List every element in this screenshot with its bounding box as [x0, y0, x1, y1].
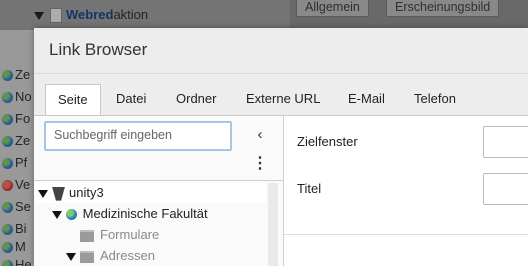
titel-label: Titel [297, 181, 322, 196]
tree-scrollbar[interactable] [268, 183, 278, 266]
globe-icon [66, 209, 77, 221]
folder-icon [80, 229, 94, 242]
page-tree: unity3 Medizinische Fakultät Formulare A… [34, 180, 283, 266]
tab-telefon[interactable]: Telefon [402, 84, 468, 116]
modal-header: Link Browser [34, 28, 528, 74]
zielfenster-field[interactable] [483, 126, 528, 158]
tab-seite[interactable]: Seite [45, 84, 101, 116]
search-field-wrapper [44, 121, 232, 151]
expand-triangle-icon[interactable] [66, 252, 76, 261]
modal-title: Link Browser [49, 40, 148, 59]
tree-node-formulare[interactable]: Formulare [80, 225, 159, 245]
titel-field[interactable] [483, 173, 528, 205]
page-tree-panel: ‹ ⋮ unity3 Medizinische Fakultät Formula… [34, 116, 284, 266]
expand-triangle-icon[interactable] [52, 210, 62, 219]
panel-divider [284, 234, 528, 235]
link-browser-modal: Link Browser Seite Datei Ordner Externe … [34, 28, 528, 266]
tab-externe-url[interactable]: Externe URL [234, 84, 332, 116]
tree-node-adressen[interactable]: Adressen [66, 246, 155, 266]
link-attributes-panel: Zielfenster Titel [284, 116, 528, 266]
typo3-icon [52, 186, 65, 201]
tree-node-unity3[interactable]: unity3 [38, 183, 104, 203]
folder-icon [80, 250, 94, 263]
tab-ordner[interactable]: Ordner [164, 84, 228, 116]
tree-node-medizinische-fakultaet[interactable]: Medizinische Fakultät [52, 204, 208, 224]
chevron-left-icon[interactable]: ‹ [252, 125, 268, 145]
kebab-menu-icon[interactable]: ⋮ [252, 154, 268, 174]
expand-triangle-icon[interactable] [38, 189, 48, 198]
tab-e-mail[interactable]: E-Mail [336, 84, 397, 116]
zielfenster-label: Zielfenster [297, 134, 358, 149]
search-input[interactable] [46, 123, 230, 147]
link-type-tabs: Seite Datei Ordner Externe URL E-Mail Te… [34, 74, 528, 116]
tab-datei[interactable]: Datei [104, 84, 158, 116]
